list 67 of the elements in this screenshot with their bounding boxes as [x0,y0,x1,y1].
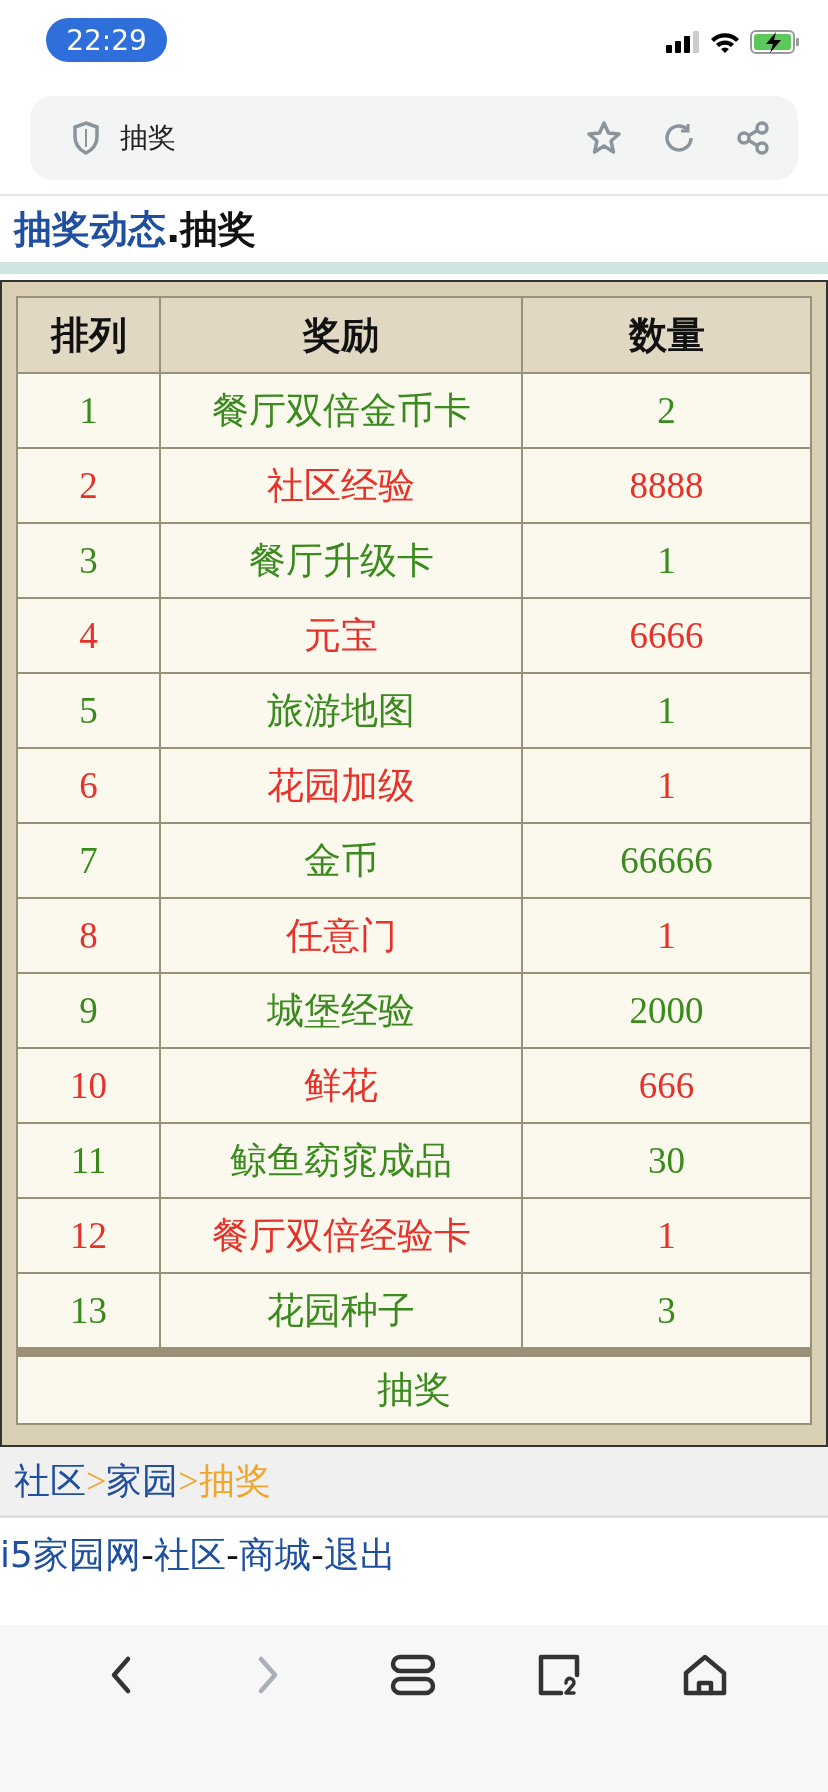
table-cell: 鲜花 [160,1048,522,1123]
table-cell: 1 [522,898,811,973]
home-icon[interactable] [681,1653,728,1697]
table-cell: 鲸鱼窈窕成品 [160,1123,522,1198]
table-cell: 餐厅双倍经验卡 [160,1198,522,1273]
page-title: 抽奖 [120,120,177,156]
table-cell: 餐厅双倍金币卡 [160,373,522,448]
table-cell: 1 [17,373,160,448]
footer-link[interactable]: 商城 [238,1534,311,1575]
table-cell: 9 [17,973,160,1048]
address-bar[interactable]: 抽奖 [30,96,798,180]
table-cell: 社区经验 [160,448,522,523]
heading-text: 抽奖 [180,207,257,251]
battery-icon [750,30,800,54]
table-cell: 金币 [160,823,522,898]
table-cell: 旅游地图 [160,673,522,748]
tabs-icon[interactable] [537,1653,582,1697]
column-header: 奖励 [160,297,522,373]
column-header: 数量 [522,297,811,373]
table-cell: 2 [522,373,811,448]
table-cell: 1 [522,673,811,748]
wifi-icon [710,31,740,53]
table-cell: 8888 [522,448,811,523]
table-cell: 30 [522,1123,811,1198]
table-cell: 1 [522,748,811,823]
signal-icon [666,31,700,53]
refresh-icon[interactable] [662,121,696,155]
share-icon[interactable] [736,121,770,155]
table-cell: 4 [17,598,160,673]
breadcrumb-link[interactable]: 家园 [106,1460,179,1501]
footer-link[interactable]: 社区 [153,1534,226,1575]
table-cell: 餐厅升级卡 [160,523,522,598]
table-cell: 任意门 [160,898,522,973]
shield-icon [72,121,100,155]
table-cell: 6 [17,748,160,823]
table-cell: 12 [17,1198,160,1273]
column-header: 排列 [17,297,160,373]
table-cell: 10 [17,1048,160,1123]
heading-link[interactable]: 抽奖动态 [14,207,166,251]
table-cell: 8 [17,898,160,973]
table-cell: 11 [17,1123,160,1198]
table-cell: 元宝 [160,598,522,673]
breadcrumb-current: 抽奖 [198,1460,271,1501]
table-cell: 5 [17,673,160,748]
footer-link[interactable]: i5家园网 [0,1534,141,1575]
footer-text: - [225,1534,239,1575]
breadcrumb-separator: > [86,1461,107,1501]
table-cell: 3 [17,523,160,598]
table-cell: 6666 [522,598,811,673]
footer-text: - [310,1534,324,1575]
table-cell: 2 [17,448,160,523]
footer-text: - [140,1534,154,1575]
status-time: 22:29 [46,18,167,62]
table-cell: 1 [522,523,811,598]
table-cell: 城堡经验 [160,973,522,1048]
draw-link[interactable]: 抽奖 [377,1368,451,1411]
breadcrumb-link[interactable]: 社区 [14,1460,86,1501]
star-icon[interactable] [586,120,622,156]
table-cell: 66666 [522,823,811,898]
table-cell: 666 [522,1048,811,1123]
table-cell: 2000 [522,973,811,1048]
table-cell: 1 [522,1198,811,1273]
table-cell: 7 [17,823,160,898]
footer-link[interactable]: 退出 [323,1534,396,1575]
menu-icon[interactable] [388,1653,437,1697]
breadcrumb-separator: > [178,1461,199,1501]
table-cell: 花园加级 [160,748,522,823]
